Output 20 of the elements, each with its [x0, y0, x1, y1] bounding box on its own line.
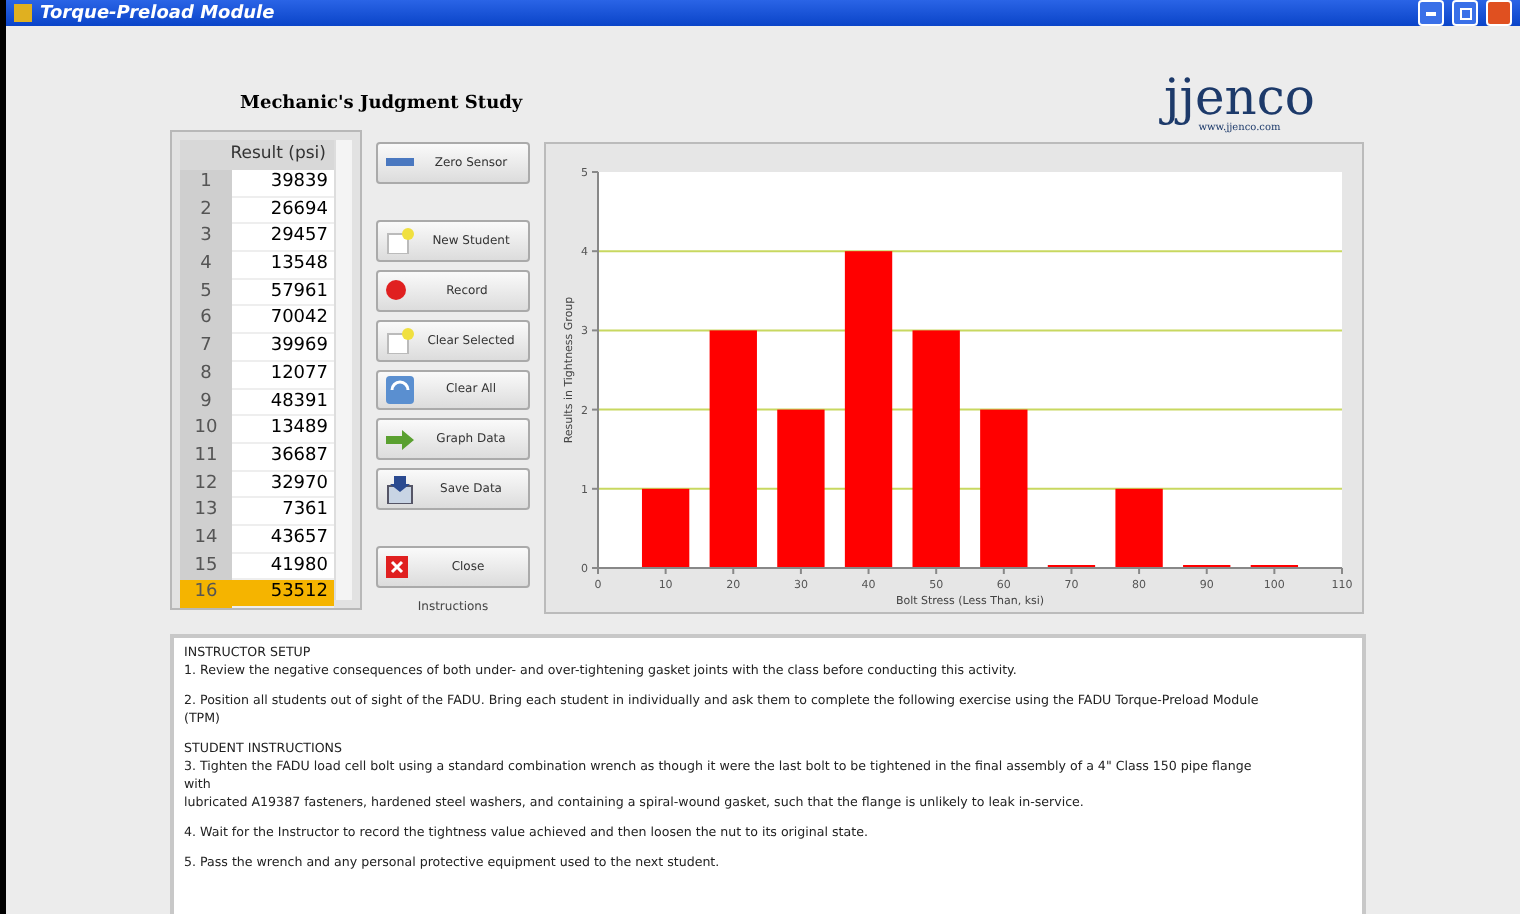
arrow-icon	[386, 429, 414, 450]
dash-icon	[386, 158, 414, 167]
study-heading: Mechanic's Judgment Study	[240, 94, 525, 118]
close-button[interactable]	[1486, 0, 1512, 26]
bar	[1115, 488, 1163, 568]
bar	[641, 488, 690, 568]
minimize-icon	[1426, 11, 1436, 15]
column-header: Result (psi)	[180, 140, 334, 170]
close-icon	[386, 556, 408, 579]
save-icon	[386, 475, 414, 504]
minimize-button[interactable]	[1418, 0, 1444, 26]
window-title: Torque-Preload Module	[40, 3, 277, 23]
maximize-icon	[1459, 7, 1471, 19]
refresh-icon	[386, 375, 414, 404]
maximize-button[interactable]	[1452, 0, 1478, 26]
app-icon	[14, 4, 32, 22]
document-star-icon	[386, 226, 414, 255]
document-star-icon	[386, 326, 414, 355]
record-icon	[386, 280, 406, 301]
scrollbar[interactable]	[334, 140, 352, 600]
